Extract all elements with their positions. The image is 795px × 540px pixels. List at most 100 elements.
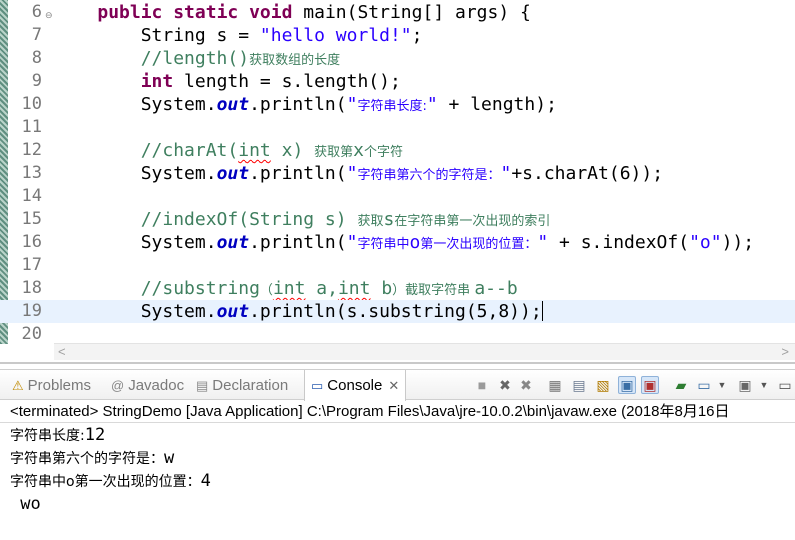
code-token: .println( (249, 163, 347, 184)
code-line[interactable]: 18 //substring（int a,int b）截取字符串 a--b (0, 277, 795, 300)
clear-console-icon[interactable]: ▦ (546, 376, 564, 394)
code-token: length = s.length(); (173, 71, 401, 92)
console-output[interactable]: 字符串长度:12 字符串第六个的字符是：w 字符串中o第一次出现的位置：4 wo (0, 424, 795, 540)
code-text: System.out.println("字符串第六个的字符是："+s.charA… (54, 162, 663, 187)
code-token: .println( (249, 94, 347, 115)
scroll-lock-icon[interactable]: ▤ (570, 376, 588, 394)
code-token: int (140, 71, 174, 92)
code-token: )); (721, 232, 755, 253)
code-text: int length = s.length(); (54, 70, 401, 93)
code-token: String s = (54, 25, 260, 46)
code-token: System. (54, 94, 217, 115)
line-number: 12 (21, 140, 42, 160)
code-line[interactable]: 13 System.out.println("字符串第六个的字符是："+s.ch… (0, 162, 795, 185)
views-tab-bar: ⚠ Problems @ Javadoc ▤ Declaration ▭ Con… (0, 369, 795, 401)
console-output-line: 字符串中o第一次出现的位置：4 (10, 470, 211, 493)
code-line[interactable]: 15 //indexOf(String s) 获取s在字符串第一次出现的索引 (0, 208, 795, 231)
remove-all-terminated-icon[interactable]: ✖ (517, 376, 535, 394)
code-token: //indexOf(String s) (140, 209, 358, 230)
pin-console-icon[interactable]: ▰ (672, 376, 690, 394)
editor-divider (0, 362, 795, 364)
code-token: " (346, 163, 358, 184)
display-console-icon[interactable]: ▭ (695, 376, 713, 394)
code-token: （ (259, 283, 273, 298)
terminate-icon[interactable]: ■ (473, 376, 491, 394)
code-token: main(String[] args) { (292, 2, 531, 23)
line-number: 17 (21, 255, 42, 275)
tab-console[interactable]: ▭ Console ✕ (304, 370, 407, 401)
line-number: 7 (31, 25, 42, 45)
code-token: 获取数组的长度 (249, 53, 341, 68)
horizontal-scrollbar[interactable]: < > (54, 343, 795, 360)
console-output-value: w (164, 448, 175, 468)
word-wrap-icon[interactable]: ▧ (594, 376, 612, 394)
console-divider (0, 422, 795, 423)
code-line[interactable]: 10 System.out.println("字符串长度:" + length)… (0, 93, 795, 116)
open-console-icon[interactable]: ▣ (736, 376, 754, 394)
code-line[interactable]: 16 System.out.println("字符串中o第一次出现的位置：" +… (0, 231, 795, 254)
code-line[interactable]: 19 System.out.println(s.substring(5,8)); (0, 300, 795, 323)
remove-launch-icon[interactable]: ✖ (496, 376, 514, 394)
close-icon[interactable]: ✕ (388, 378, 399, 394)
code-token: +s.charAt(6)); (511, 163, 664, 184)
code-token: ; (411, 25, 423, 46)
code-token: out (216, 94, 250, 115)
line-number: 10 (21, 94, 42, 114)
code-token: o (409, 232, 421, 253)
line-number: 16 (21, 232, 42, 252)
code-line[interactable]: 7 String s = "hello world!"; (0, 24, 795, 47)
line-number: 18 (21, 278, 42, 298)
code-token: 个字符 (363, 145, 403, 160)
code-line[interactable]: 14 (0, 185, 795, 208)
code-token: int (337, 278, 371, 299)
line-number: 20 (21, 324, 42, 344)
code-token: 获取第 (314, 145, 354, 160)
code-token: x) (270, 140, 315, 161)
code-token: 获取 (357, 214, 384, 229)
tab-javadoc[interactable]: @ Javadoc (105, 370, 190, 401)
code-line[interactable]: 8 //length()获取数组的长度 (0, 47, 795, 70)
tab-javadoc-label: Javadoc (128, 377, 185, 394)
console-output-label: 字符串中o第一次出现的位置： (10, 474, 201, 490)
code-text: System.out.println(s.substring(5,8)); (54, 300, 543, 323)
code-line[interactable]: 9 int length = s.length(); (0, 70, 795, 93)
code-token: //length() (140, 48, 250, 69)
code-line[interactable]: 11 (0, 116, 795, 139)
code-token: 字符串中 (357, 237, 410, 252)
minimize-icon[interactable]: ▭ (776, 376, 794, 394)
code-editor[interactable]: 6 ⊖ public static void main(String[] args… (0, 0, 795, 364)
scroll-left-arrow[interactable]: < (58, 344, 66, 360)
show-on-stdout-icon[interactable]: ▣ (618, 376, 636, 394)
code-token: b (370, 278, 393, 299)
code-token: a--b (474, 278, 518, 299)
code-token: .println( (249, 232, 347, 253)
code-token: a, (305, 278, 338, 299)
tab-problems-label: Problems (27, 377, 92, 394)
code-line[interactable]: 6 ⊖ public static void main(String[] args… (0, 1, 795, 24)
tab-problems[interactable]: ⚠ Problems (6, 370, 97, 401)
open-console-dropdown-icon[interactable]: ▼ (755, 376, 773, 394)
line-number: 8 (31, 48, 42, 68)
code-token: 在字符串第一次出现的索引 (394, 214, 551, 229)
code-token: .println(s.substring(5,8)); (249, 301, 542, 322)
console-output-value: 12 (84, 425, 106, 445)
code-line[interactable]: 12 //charAt(int x) 获取第x个字符 (0, 139, 795, 162)
code-text: System.out.println("字符串长度:" + length); (54, 93, 557, 118)
display-console-dropdown-icon[interactable]: ▼ (713, 376, 731, 394)
code-token: int (272, 278, 306, 299)
declaration-icon: ▤ (196, 377, 209, 393)
scroll-right-arrow[interactable]: > (781, 344, 789, 360)
code-line[interactable]: 17 (0, 254, 795, 277)
tab-declaration[interactable]: ▤ Declaration (190, 370, 294, 401)
line-number: 14 (21, 186, 42, 206)
code-token: + length); (437, 94, 557, 115)
console-output-label: 字符串长度: (10, 428, 85, 444)
problems-icon: ⚠ (12, 377, 24, 393)
console-output-value: wo (10, 494, 41, 514)
code-text: //length()获取数组的长度 (54, 47, 340, 72)
show-on-stderr-icon[interactable]: ▣ (641, 376, 659, 394)
code-token: //substring (140, 278, 260, 299)
